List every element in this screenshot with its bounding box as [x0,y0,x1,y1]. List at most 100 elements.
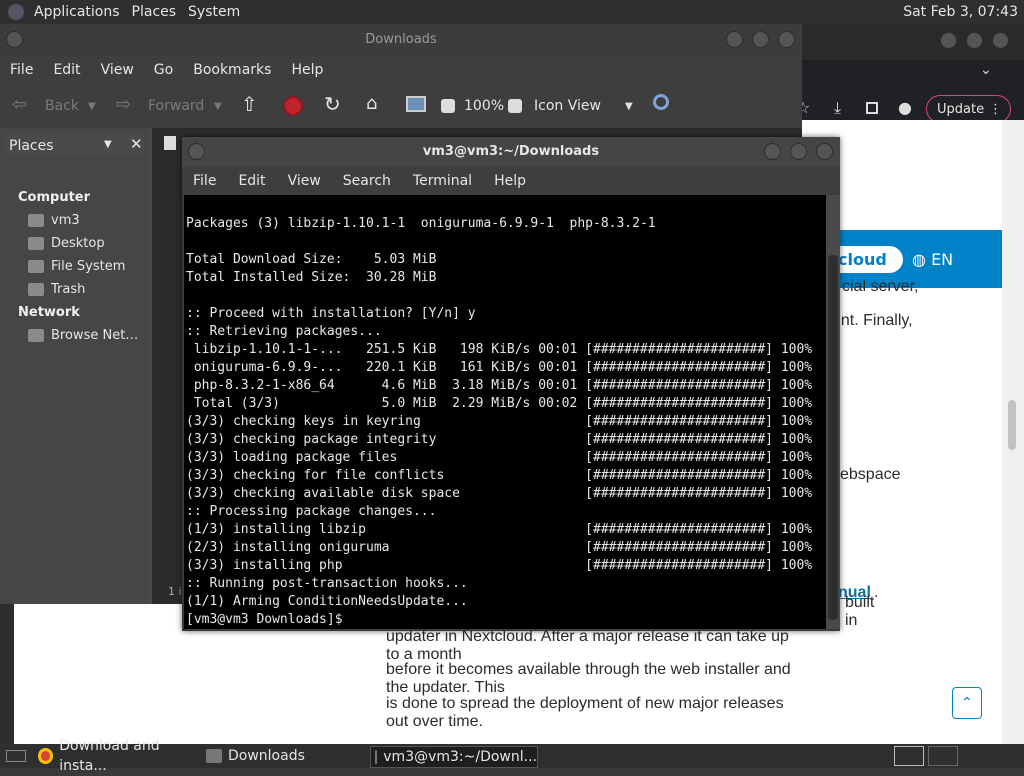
zoom-in-icon[interactable] [508,99,522,113]
sidebar-item-trash[interactable]: Trash [28,282,85,297]
forward-button[interactable]: Forward [148,98,204,114]
sidebar-icon[interactable] [866,102,878,114]
menu-help[interactable]: Help [281,62,333,78]
browser-scrollbar[interactable] [1002,120,1024,744]
task-browser[interactable]: Download and insta... [38,738,200,774]
workspace-switcher[interactable] [894,746,924,766]
sidebar-item-label: File System [51,259,126,274]
terminal-titlebar: vm3@vm3:~/Downloads [182,137,840,167]
back-history-dropdown-icon[interactable]: ▼ [88,101,96,112]
window-menu-button[interactable] [188,143,205,160]
terminal-line: Packages (3) libzip-1.10.1-1 oniguruma-6… [186,216,656,231]
window-menu-button[interactable] [6,31,23,48]
maximize-button[interactable] [752,31,769,48]
menu-view[interactable]: View [277,173,332,189]
terminal-line: Total Installed Size: 30.28 MiB [186,270,437,285]
sidebar-item-label: Desktop [51,236,105,251]
stop-icon[interactable] [283,96,303,116]
terminal-line: :: Proceed with installation? [Y/n] y [186,306,476,321]
gnome-foot-icon[interactable] [8,4,24,20]
menu-file[interactable]: File [0,62,43,78]
close-button[interactable] [992,32,1009,49]
page-text-fragment: ebspace [840,466,901,483]
task-file-manager[interactable]: Downloads [206,746,366,766]
zoom-level[interactable]: 100% [464,98,504,114]
clock[interactable]: Sat Feb 3, 07:43 [903,4,1018,20]
menu-terminal[interactable]: Terminal [402,173,483,189]
home-icon[interactable]: ⌂ [366,93,377,114]
terminal-line: Total (3/3) 5.0 MiB 2.29 MiB/s 00:02 [##… [186,396,813,411]
close-sidebar-icon[interactable]: ✕ [130,135,143,153]
menu-places[interactable]: Places [126,4,183,20]
window-title: vm3@vm3:~/Downloads [422,144,600,159]
sidebar-selector-label: Places [9,138,54,154]
menu-file[interactable]: File [182,173,227,189]
menu-go[interactable]: Go [144,62,183,78]
scroll-thumb[interactable] [1008,400,1016,450]
chevron-down-icon[interactable]: ▼ [104,139,112,150]
search-icon[interactable] [653,94,669,110]
menu-bookmarks[interactable]: Bookmarks [183,62,281,78]
up-arrow-icon[interactable]: ⇧ [241,92,258,116]
page-paragraph-line: updater in Nextcloud. After a major rele… [386,628,789,663]
task-terminal[interactable]: vm3@vm3:~/Downl... [370,746,538,768]
workspace-switcher-2[interactable] [928,746,958,766]
task-label: vm3@vm3:~/Downl... [383,749,537,765]
minimize-button[interactable] [726,31,743,48]
browser-titlebar [802,24,1024,60]
terminal-line: libzip-1.10.1-1-... 251.5 KiB 198 KiB/s … [186,342,813,357]
page-paragraph-line: before it becomes available through the … [386,661,791,696]
chevron-down-icon[interactable]: ⌄ [980,62,992,78]
terminal-screen[interactable]: Packages (3) libzip-1.10.1-1 oniguruma-6… [184,195,826,629]
menu-view[interactable]: View [91,62,144,78]
menu-applications[interactable]: Applications [28,4,126,20]
sidebar-item-vm3[interactable]: vm3 [28,213,80,228]
minimize-button[interactable] [940,32,957,49]
view-mode-dropdown-icon[interactable]: ▼ [625,101,633,112]
close-button[interactable] [816,143,833,160]
terminal-scrollbar[interactable] [826,195,840,629]
terminal-line: [vm3@vm3 Downloads]$ [186,612,351,627]
menu-edit[interactable]: Edit [227,173,276,189]
drive-icon [28,260,44,273]
sidebar-item-browse-network[interactable]: Browse Net… [28,328,138,343]
window-title: Downloads [365,32,437,47]
view-mode-select[interactable]: Icon View [534,98,601,114]
update-button[interactable]: Update ⋮ [926,95,1011,123]
scroll-top-button[interactable]: ⌃ [952,687,982,719]
terminal-line: (3/3) checking for file conflicts [#####… [186,468,813,483]
menu-help[interactable]: Help [483,173,537,189]
scroll-thumb[interactable] [828,255,838,620]
maximize-button[interactable] [966,32,983,49]
download-icon[interactable]: ⤓ [834,98,841,118]
page-paragraph-line: is done to spread the deployment of new … [386,695,784,730]
terminal-line: :: Retrieving packages... [186,324,382,339]
minimize-button[interactable] [764,143,781,160]
reload-icon[interactable]: ↻ [324,92,341,116]
forward-history-dropdown-icon[interactable]: ▼ [214,101,222,112]
menu-search[interactable]: Search [332,173,402,189]
menu-system[interactable]: System [182,4,246,20]
computer-icon[interactable] [406,96,426,112]
profile-icon[interactable]: ● [898,98,912,117]
page-text-fragment: cial server, [842,278,919,295]
sidebar-item-label: vm3 [51,213,80,228]
edit-location-icon[interactable] [164,136,176,150]
file-manager-titlebar: Downloads [0,24,802,56]
terminal-line: php-8.3.2-1-x86_64 4.6 MiB 3.18 MiB/s 00… [186,378,813,393]
terminal-line: (3/3) checking package integrity [######… [186,432,813,447]
sidebar-item-file-system[interactable]: File System [28,259,125,274]
language-selector[interactable]: ◍ EN [912,250,953,269]
maximize-button[interactable] [790,143,807,160]
show-desktop-icon[interactable] [6,750,26,762]
sidebar-item-desktop[interactable]: Desktop [28,236,105,251]
chrome-icon [38,748,54,764]
sidebar-selector[interactable]: Places ▼ ✕ [4,134,144,154]
back-button[interactable]: Back [45,98,79,114]
zoom-out-icon[interactable] [441,99,455,113]
menu-edit[interactable]: Edit [43,62,90,78]
close-button[interactable] [778,31,795,48]
terminal-line: :: Processing package changes... [186,504,437,519]
